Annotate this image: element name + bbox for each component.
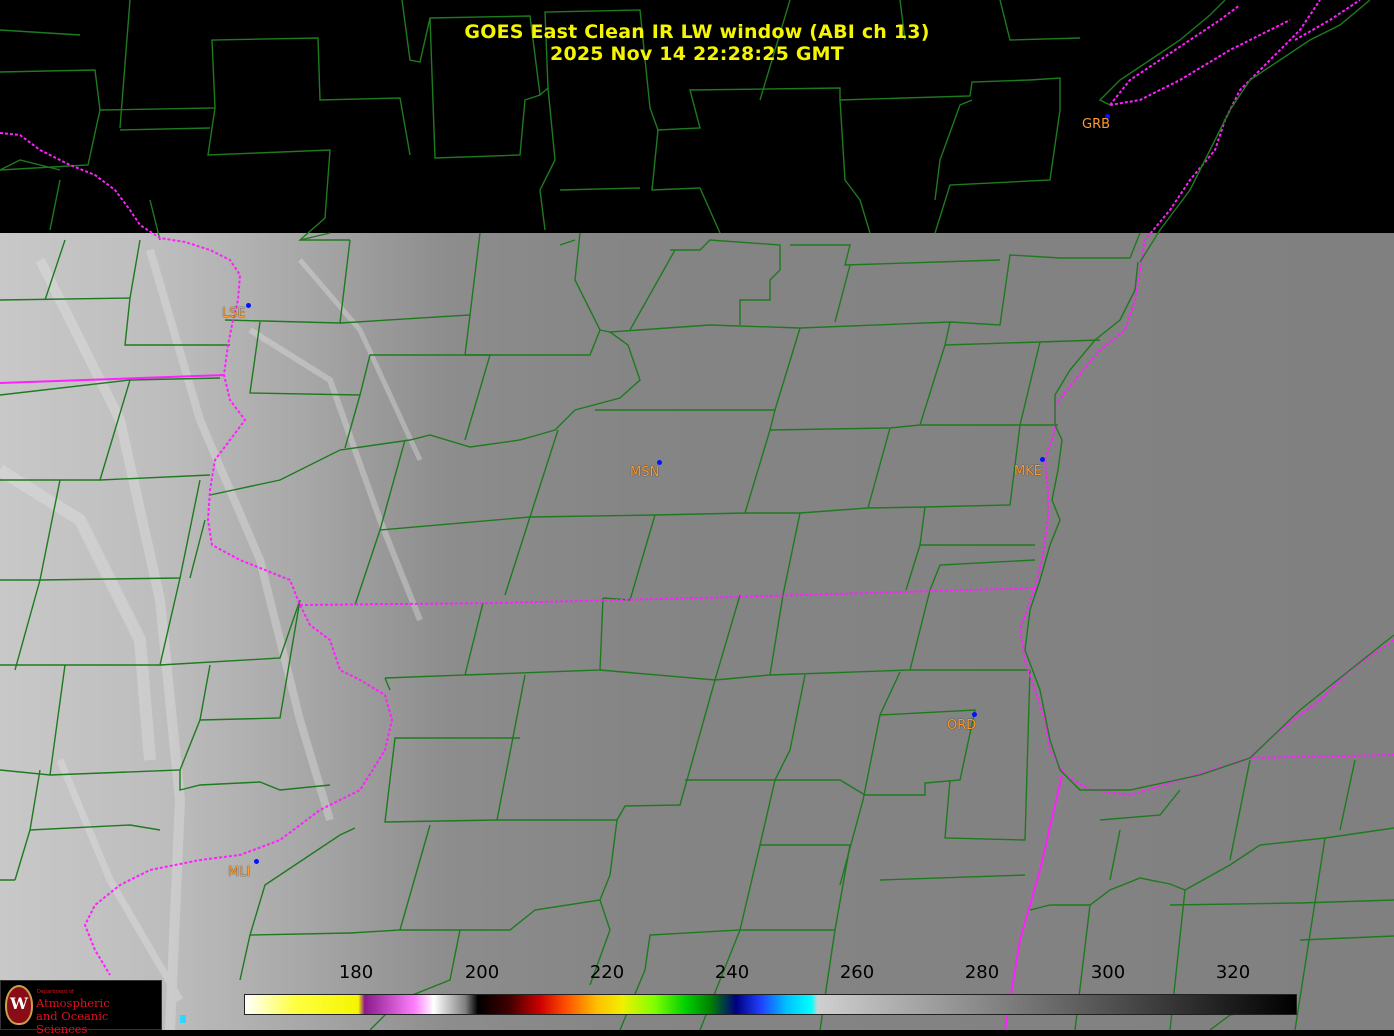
colorbar-tick-220: 220: [589, 962, 625, 983]
map-timestamp: 2025 Nov 14 22:28:25 GMT: [550, 43, 844, 65]
logo-line-2: and Oceanic Sciences: [36, 1009, 109, 1036]
station-dot-ord: [972, 712, 977, 717]
station-label-lse: LSE: [222, 306, 246, 321]
uw-seal-icon: W: [5, 985, 33, 1025]
colorbar-tick-260: 260: [839, 962, 875, 983]
station-dot-lse: [246, 303, 251, 308]
colorbar-tick-280: 280: [964, 962, 1000, 983]
colorbar-tick-180: 180: [338, 962, 374, 983]
aos-logo: W Department of Atmospheric and Oceanic …: [0, 980, 162, 1036]
ir-imagery: [0, 233, 1394, 1030]
station-label-ord: ORD: [947, 718, 977, 733]
colorbar-tick-200: 200: [464, 962, 500, 983]
map-title: GOES East Clean IR LW window (ABI ch 13): [464, 21, 930, 43]
cold-pixel-marker: [180, 1015, 186, 1023]
colorbar-tick-240: 240: [714, 962, 750, 983]
station-label-mke: MKE: [1014, 464, 1042, 479]
logo-department: Department of: [37, 989, 74, 995]
station-dot-mke: [1040, 457, 1045, 462]
station-label-mli: MLI: [228, 865, 251, 880]
colorbar-tick-300: 300: [1090, 962, 1126, 983]
colorbar-tick-320: 320: [1215, 962, 1251, 983]
temperature-colorbar: [244, 994, 1297, 1015]
station-label-msn: MSN: [630, 465, 660, 480]
station-dot-mli: [254, 859, 259, 864]
satellite-map: [0, 0, 1394, 1030]
station-label-grb: GRB: [1082, 117, 1111, 132]
